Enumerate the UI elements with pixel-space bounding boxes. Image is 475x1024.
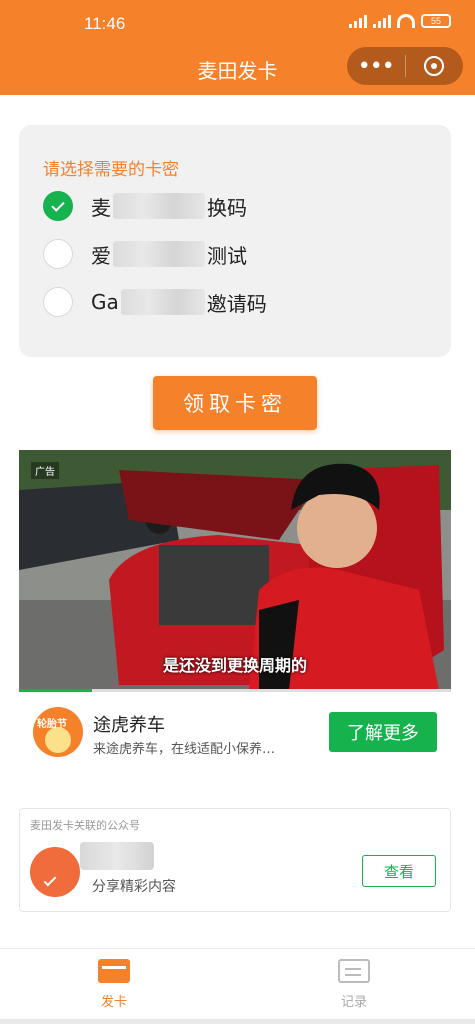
blurred-text xyxy=(113,241,205,267)
ad-video[interactable]: 广告 是还没到更换周期的 xyxy=(19,450,451,690)
app-header: 11:46 55 麦田发卡 ••• xyxy=(0,0,475,95)
card-icon xyxy=(98,959,130,983)
tab-records[interactable]: 记录 xyxy=(314,959,394,1010)
option-item[interactable]: 爱 测试 xyxy=(43,239,247,269)
avatar xyxy=(30,847,80,897)
status-icons: 55 xyxy=(349,14,451,28)
option-prefix: Ga xyxy=(91,290,119,314)
option-item[interactable]: 麦 换码 xyxy=(43,191,247,221)
ad-logo-text: 轮胎节 xyxy=(37,719,67,730)
selector-title: 请选择需要的卡密 xyxy=(43,160,179,180)
ad-logo: 轮胎节 xyxy=(33,707,83,757)
radio-unchecked-icon[interactable] xyxy=(43,239,73,269)
radio-unchecked-icon[interactable] xyxy=(43,287,73,317)
card-selector: 请选择需要的卡密 麦 换码 爱 测试 Ga 邀请码 xyxy=(19,125,451,357)
tab-bar: 发卡 记录 xyxy=(0,948,475,1024)
records-icon xyxy=(338,959,370,983)
option-suffix: 测试 xyxy=(207,243,247,268)
option-prefix: 爱 xyxy=(91,243,111,268)
signal-icon xyxy=(373,14,391,28)
option-prefix: 麦 xyxy=(91,195,111,220)
mini-program-capsule: ••• xyxy=(347,47,463,85)
option-suffix: 邀请码 xyxy=(206,291,267,316)
tab-label: 记录 xyxy=(340,995,367,1010)
close-button[interactable] xyxy=(405,56,463,76)
tab-label: 发卡 xyxy=(100,995,127,1010)
blurred-text xyxy=(113,193,205,219)
status-time: 11:46 xyxy=(84,14,126,33)
get-code-button[interactable]: 领取卡密 xyxy=(153,376,317,430)
option-suffix: 换码 xyxy=(207,195,247,220)
ad-name: 途虎养车 xyxy=(93,715,165,736)
official-account-card: 麦田发卡关联的公众号 分享精彩内容 查看 xyxy=(19,808,451,912)
official-account-header: 麦田发卡关联的公众号 xyxy=(30,819,140,832)
option-label: 麦 换码 xyxy=(91,192,247,221)
official-account-subtitle: 分享精彩内容 xyxy=(92,879,176,895)
ad-caption: 是还没到更换周期的 xyxy=(162,656,307,675)
ad-info[interactable]: 轮胎节 途虎养车 来途虎养车，在线适配小保养… 了解更多 xyxy=(19,695,451,777)
learn-more-button[interactable]: 了解更多 xyxy=(329,712,437,752)
ad-progress-bar xyxy=(19,689,451,692)
home-indicator-area xyxy=(0,1019,475,1024)
blurred-text xyxy=(120,289,205,315)
ad-progress-fill xyxy=(19,689,93,692)
signal-icon xyxy=(349,14,367,28)
option-label: Ga 邀请码 xyxy=(91,288,267,317)
battery-icon: 55 xyxy=(421,14,451,28)
view-account-button[interactable]: 查看 xyxy=(362,855,436,887)
radio-checked-icon[interactable] xyxy=(43,191,73,221)
option-item[interactable]: Ga 邀请码 xyxy=(43,287,267,317)
more-dots-icon[interactable]: ••• xyxy=(347,54,405,79)
ad-tag: 广告 xyxy=(31,462,59,479)
tab-issue[interactable]: 发卡 xyxy=(74,959,154,1010)
ad-description: 来途虎养车，在线适配小保养… xyxy=(93,742,276,757)
target-close-icon xyxy=(424,56,445,76)
blurred-account-name xyxy=(80,842,154,870)
option-label: 爱 测试 xyxy=(91,240,247,269)
wifi-icon xyxy=(397,14,415,28)
